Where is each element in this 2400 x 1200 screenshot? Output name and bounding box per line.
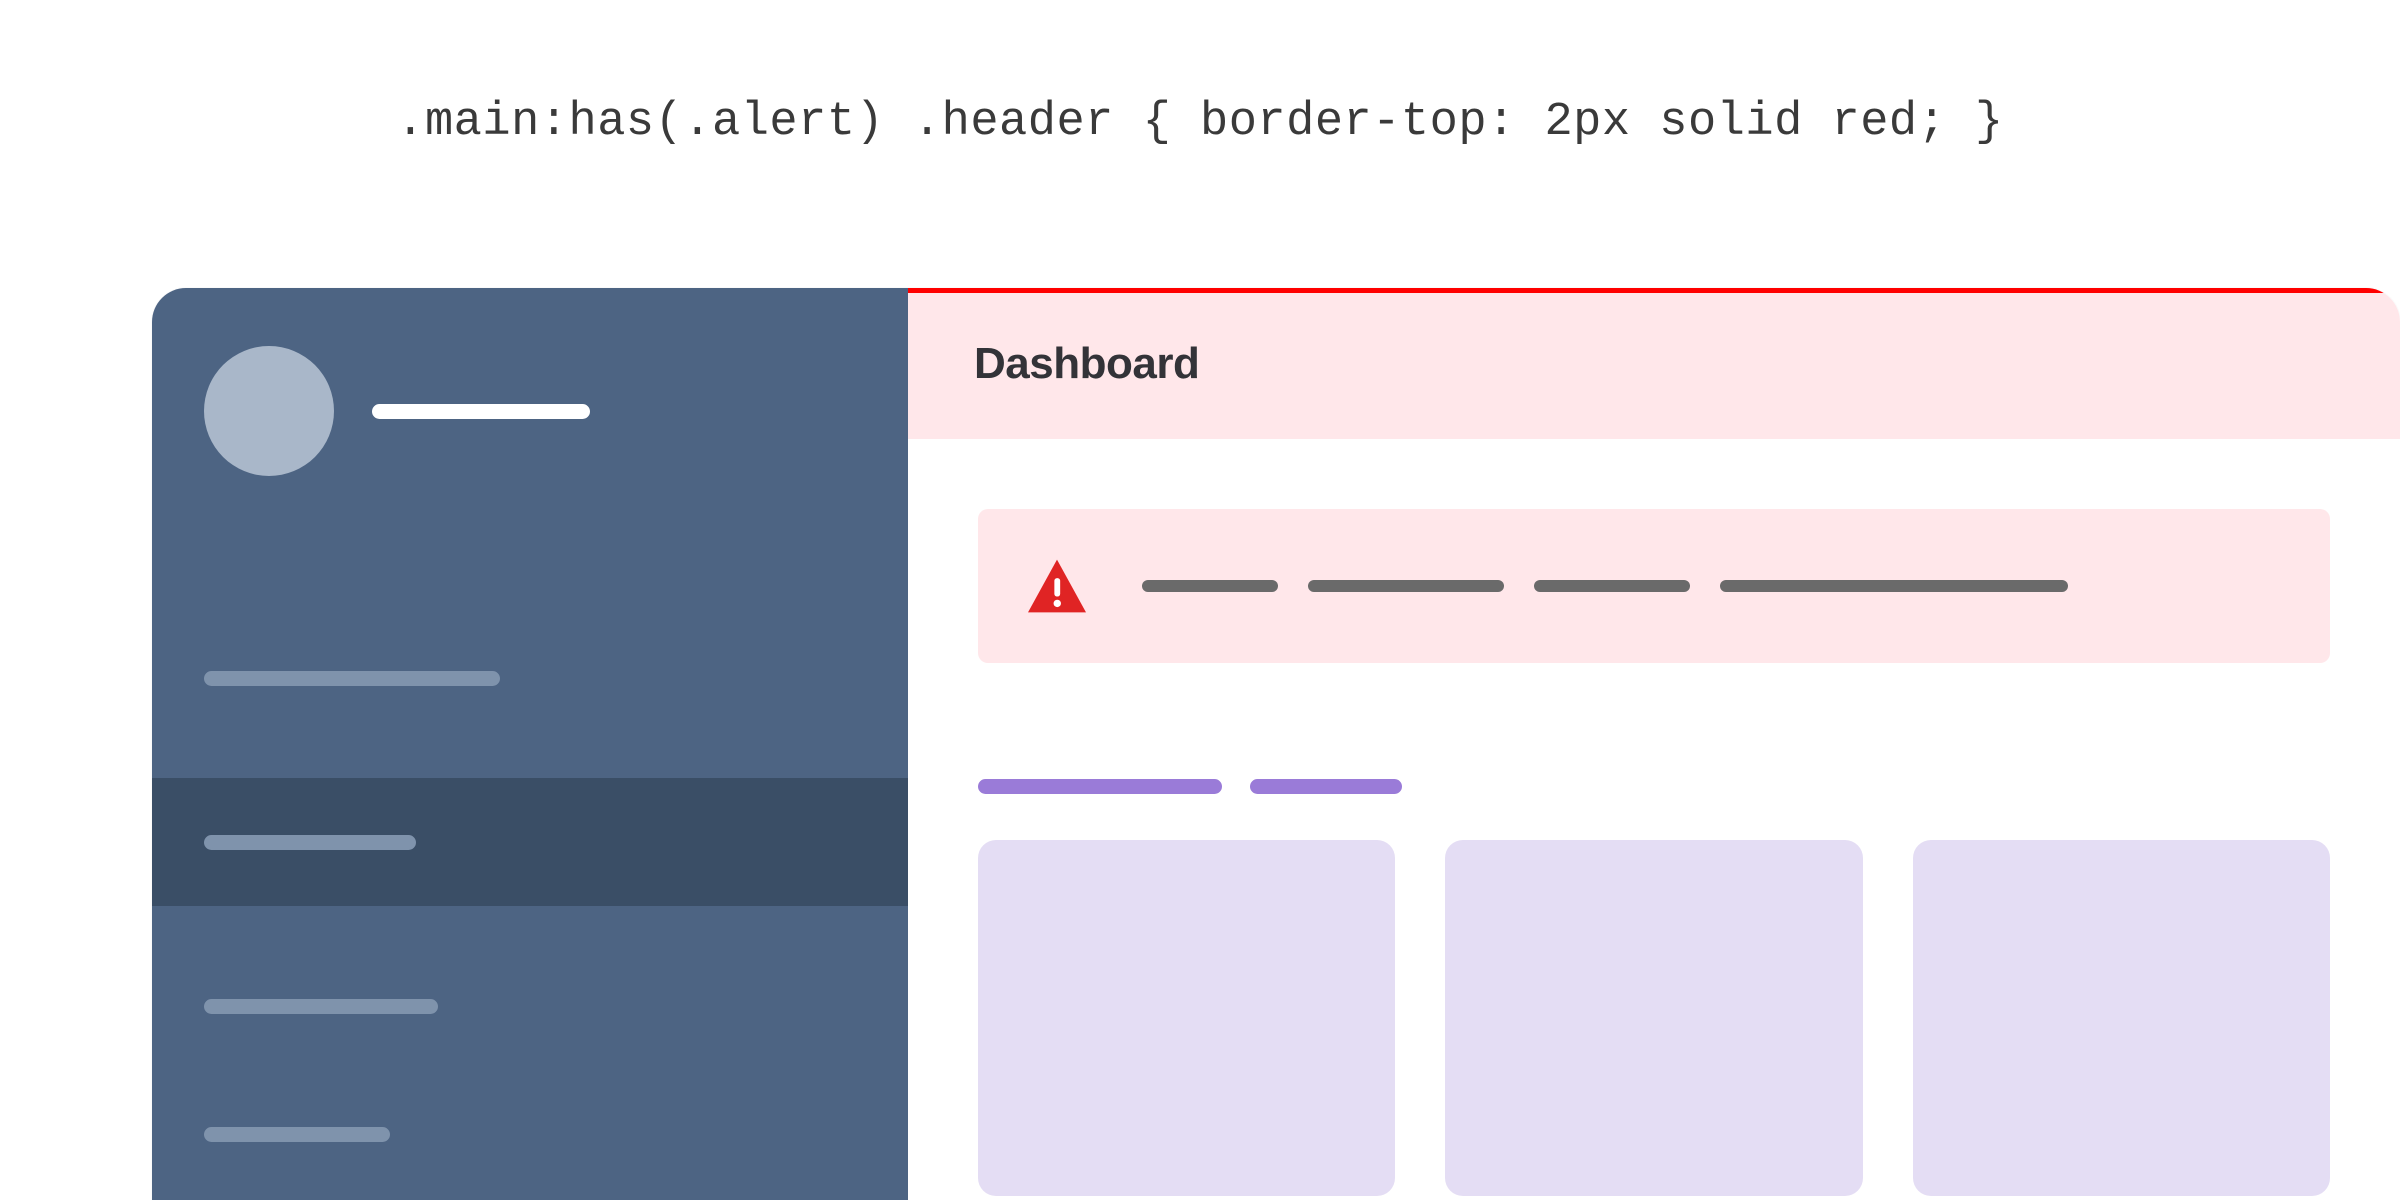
nav-label-placeholder <box>204 999 438 1014</box>
alert-text-placeholder <box>1142 580 2068 592</box>
sidebar-item[interactable] <box>152 942 908 1070</box>
section-purple <box>978 779 2330 1196</box>
sidebar-profile <box>152 288 908 546</box>
sidebar-item[interactable] <box>152 614 908 742</box>
header: Dashboard <box>908 288 2400 439</box>
nav-label-placeholder <box>204 835 416 850</box>
main: Dashboard <box>908 288 2400 1200</box>
heading-placeholder <box>1250 779 1402 794</box>
text-placeholder <box>1720 580 2068 592</box>
card-row <box>978 840 2330 1196</box>
sidebar-nav <box>152 546 908 1200</box>
text-placeholder <box>1308 580 1504 592</box>
content <box>908 439 2400 1200</box>
card[interactable] <box>1913 840 2330 1196</box>
alert <box>978 509 2330 663</box>
code-caption: .main:has(.alert) .header { border-top: … <box>0 0 2400 239</box>
sidebar-item[interactable] <box>152 1070 908 1198</box>
section-heading <box>978 779 2330 794</box>
text-placeholder <box>1534 580 1690 592</box>
page-title: Dashboard <box>974 339 2334 389</box>
avatar <box>204 346 334 476</box>
text-placeholder <box>1142 580 1278 592</box>
username-placeholder <box>372 404 590 419</box>
nav-label-placeholder <box>204 671 500 686</box>
card[interactable] <box>978 840 1395 1196</box>
warning-triangle-icon <box>1024 557 1090 615</box>
heading-placeholder <box>978 779 1222 794</box>
nav-label-placeholder <box>204 1127 390 1142</box>
sidebar-item-active[interactable] <box>152 778 908 906</box>
sidebar <box>152 288 908 1200</box>
card[interactable] <box>1445 840 1862 1196</box>
app-window: Dashboard <box>152 288 2400 1200</box>
